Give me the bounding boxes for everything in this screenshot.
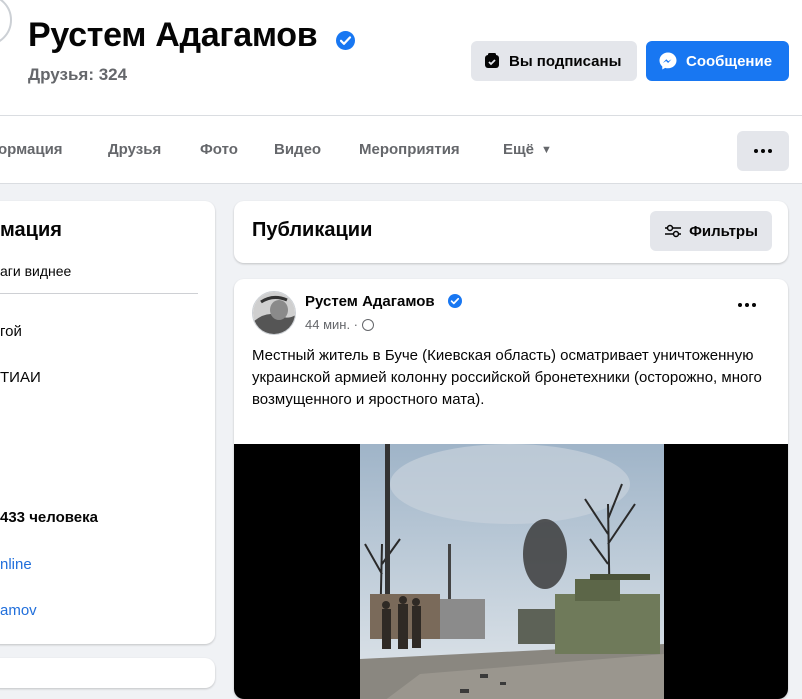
post-timestamp[interactable]: 44 мин. · (305, 317, 375, 332)
intro-line-work: гой (0, 323, 22, 340)
intro-tagline: аги виднее (0, 263, 72, 279)
profile-name: Рустем Адагамов (28, 16, 318, 54)
subscribed-button[interactable]: Вы подписаны (471, 41, 637, 81)
verified-badge-icon (336, 31, 355, 50)
message-label: Сообщение (686, 52, 773, 70)
intro-link-profile[interactable]: amov (0, 602, 37, 619)
friends-count[interactable]: Друзья: 324 (28, 65, 127, 85)
post-card: Рустем Адагамов 44 мин. · Местный житель… (234, 279, 788, 699)
post-video[interactable] (234, 444, 788, 699)
more-dots-icon (738, 303, 742, 307)
more-dots-icon (754, 149, 758, 153)
publications-title: Публикации (252, 219, 373, 241)
intro-card: мация аги виднее гой ТИАИ 433 человека n… (0, 201, 215, 644)
intro-title: мация (0, 219, 62, 241)
post-author-avatar[interactable] (252, 291, 296, 335)
filters-button[interactable]: Фильтры (650, 211, 772, 251)
caret-down-icon: ▼ (541, 144, 552, 156)
subscribed-icon (485, 53, 499, 68)
subscribed-label: Вы подписаны (509, 52, 622, 70)
intro-divider (0, 293, 198, 294)
post-author-name[interactable]: Рустем Адагамов (305, 293, 435, 310)
messenger-icon (659, 52, 677, 70)
publications-header-card: Публикации Фильтры (234, 201, 788, 263)
tab-info[interactable]: ормация (0, 141, 63, 158)
tab-videos[interactable]: Видео (274, 141, 321, 158)
profile-header: Рустем Адагамов Друзья: 324 Вы подписаны… (0, 0, 802, 115)
post-verified-icon (448, 294, 462, 308)
tab-more-label: Ещё (503, 141, 535, 158)
message-button[interactable]: Сообщение (646, 41, 789, 81)
tab-more[interactable]: Ещё ▼ (503, 141, 552, 158)
video-frame (360, 444, 664, 699)
intro-line-followers[interactable]: 433 человека (0, 509, 98, 526)
post-time-text: 44 мин. · (305, 317, 359, 332)
profile-tabs: ормация Друзья Фото Видео Мероприятия Ещ… (0, 116, 802, 184)
filters-label: Фильтры (689, 222, 758, 240)
profile-more-button[interactable] (737, 131, 789, 171)
filter-sliders-icon (665, 224, 682, 238)
post-text: Местный житель в Буче (Киевская область)… (252, 347, 762, 408)
tab-photos[interactable]: Фото (200, 141, 238, 158)
globe-icon (362, 318, 375, 331)
photos-card (0, 658, 215, 688)
intro-line-education: ТИАИ (0, 369, 41, 386)
tab-friends[interactable]: Друзья (108, 141, 161, 158)
tab-events[interactable]: Мероприятия (359, 141, 460, 158)
profile-avatar[interactable] (0, 0, 12, 46)
intro-link-website[interactable]: nline (0, 556, 32, 573)
post-more-button[interactable] (738, 303, 756, 307)
